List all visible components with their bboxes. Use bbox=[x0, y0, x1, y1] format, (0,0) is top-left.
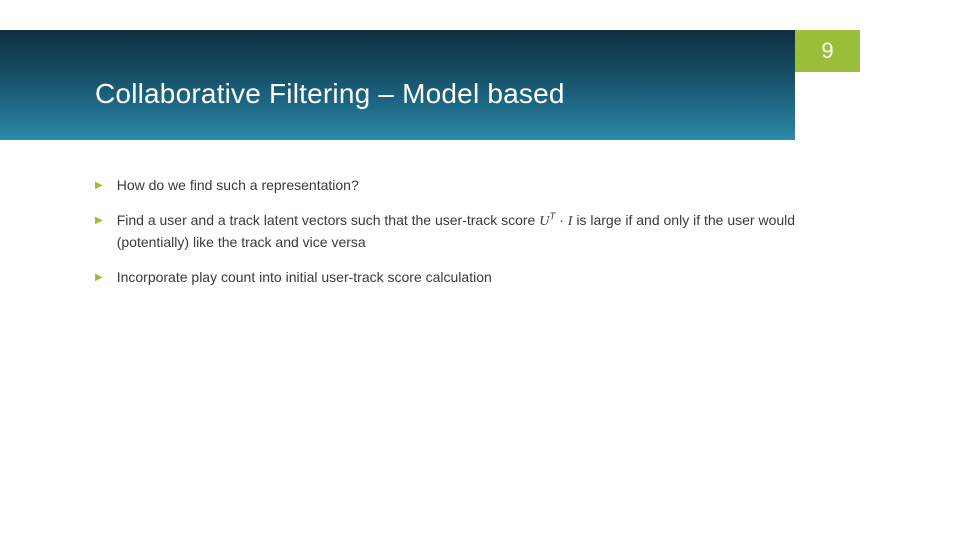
page-number-badge: 9 bbox=[795, 30, 860, 72]
bullet-icon: ▶ bbox=[95, 213, 103, 228]
slide: 9 Collaborative Filtering – Model based … bbox=[0, 0, 960, 540]
math-U: U bbox=[539, 214, 549, 229]
bullet-text: Incorporate play count into initial user… bbox=[117, 267, 860, 288]
page-number: 9 bbox=[821, 38, 833, 64]
bullet-text: How do we find such a representation? bbox=[117, 175, 860, 196]
bullet-icon: ▶ bbox=[95, 178, 103, 193]
slide-title: Collaborative Filtering – Model based bbox=[95, 78, 565, 110]
list-item: ▶ Incorporate play count into initial us… bbox=[95, 267, 860, 288]
bullet-text: Find a user and a track latent vectors s… bbox=[117, 210, 860, 253]
list-item: ▶ How do we find such a representation? bbox=[95, 175, 860, 196]
list-item: ▶ Find a user and a track latent vectors… bbox=[95, 210, 860, 253]
bullet-icon: ▶ bbox=[95, 270, 103, 285]
math-dot: · bbox=[555, 212, 567, 228]
bullet-text-pre: Find a user and a track latent vectors s… bbox=[117, 212, 540, 228]
content-area: ▶ How do we find such a representation? … bbox=[95, 175, 860, 302]
